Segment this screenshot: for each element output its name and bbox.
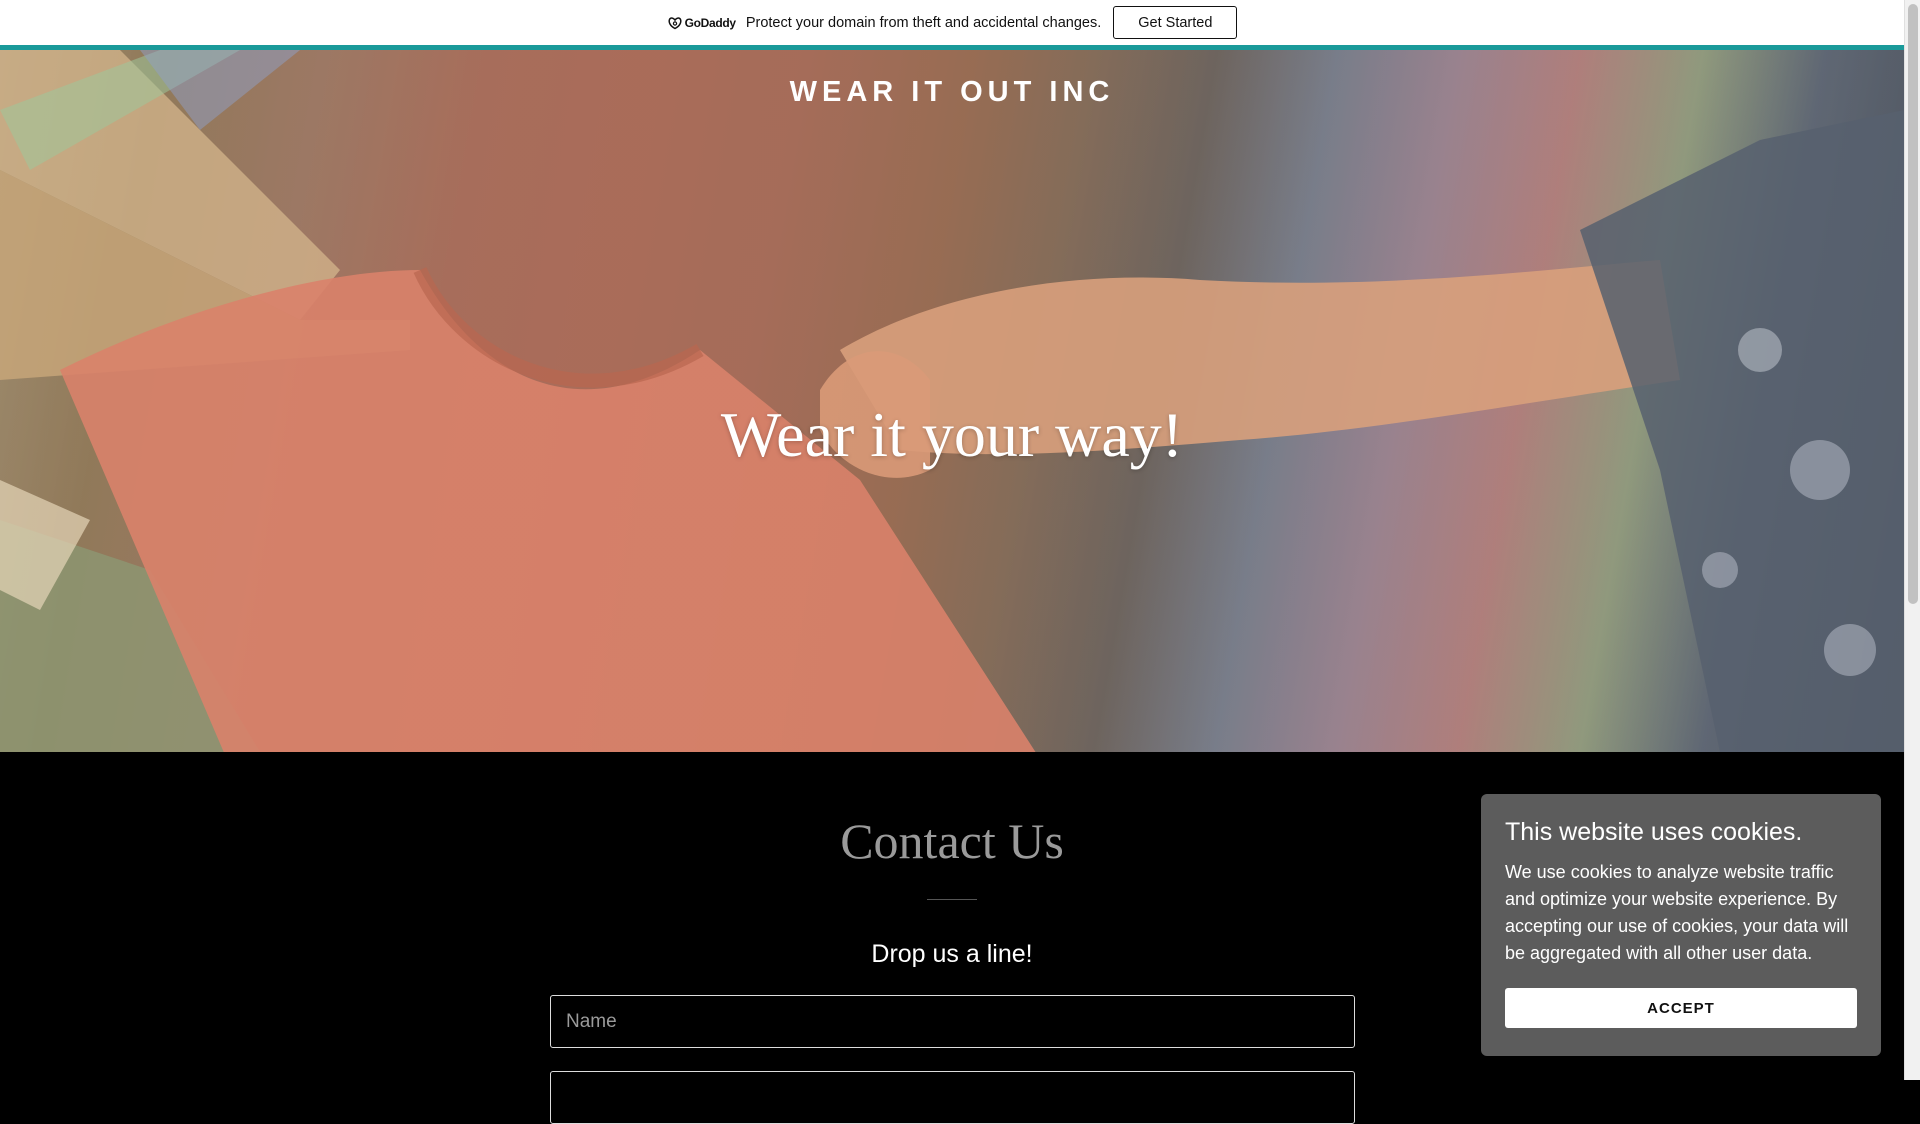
site-title[interactable]: WEAR IT OUT INC (0, 76, 1904, 109)
hero-section: WEAR IT OUT INC Wear it your way! (0, 50, 1904, 752)
godaddy-logo-text: GoDaddy (684, 15, 737, 30)
promo-bar: GoDaddy Protect your domain from theft a… (0, 0, 1904, 45)
get-started-button[interactable]: Get Started (1113, 6, 1238, 39)
cookie-banner: This website uses cookies. We use cookie… (1481, 794, 1881, 1056)
heading-divider (927, 899, 977, 900)
scrollbar[interactable] (1904, 0, 1920, 1080)
accept-cookies-button[interactable]: ACCEPT (1505, 988, 1857, 1028)
scrollbar-thumb[interactable] (1908, 4, 1918, 604)
cookie-body: We use cookies to analyze website traffi… (1505, 862, 1849, 963)
email-field[interactable] (550, 1071, 1355, 1124)
godaddy-icon (668, 16, 682, 29)
cookie-title: This website uses cookies. (1505, 818, 1803, 846)
hero-tagline: Wear it your way! (720, 399, 1184, 470)
godaddy-logo: GoDaddy (667, 16, 736, 30)
promo-message: Protect your domain from theft and accid… (745, 14, 1102, 31)
name-field[interactable] (550, 995, 1355, 1048)
